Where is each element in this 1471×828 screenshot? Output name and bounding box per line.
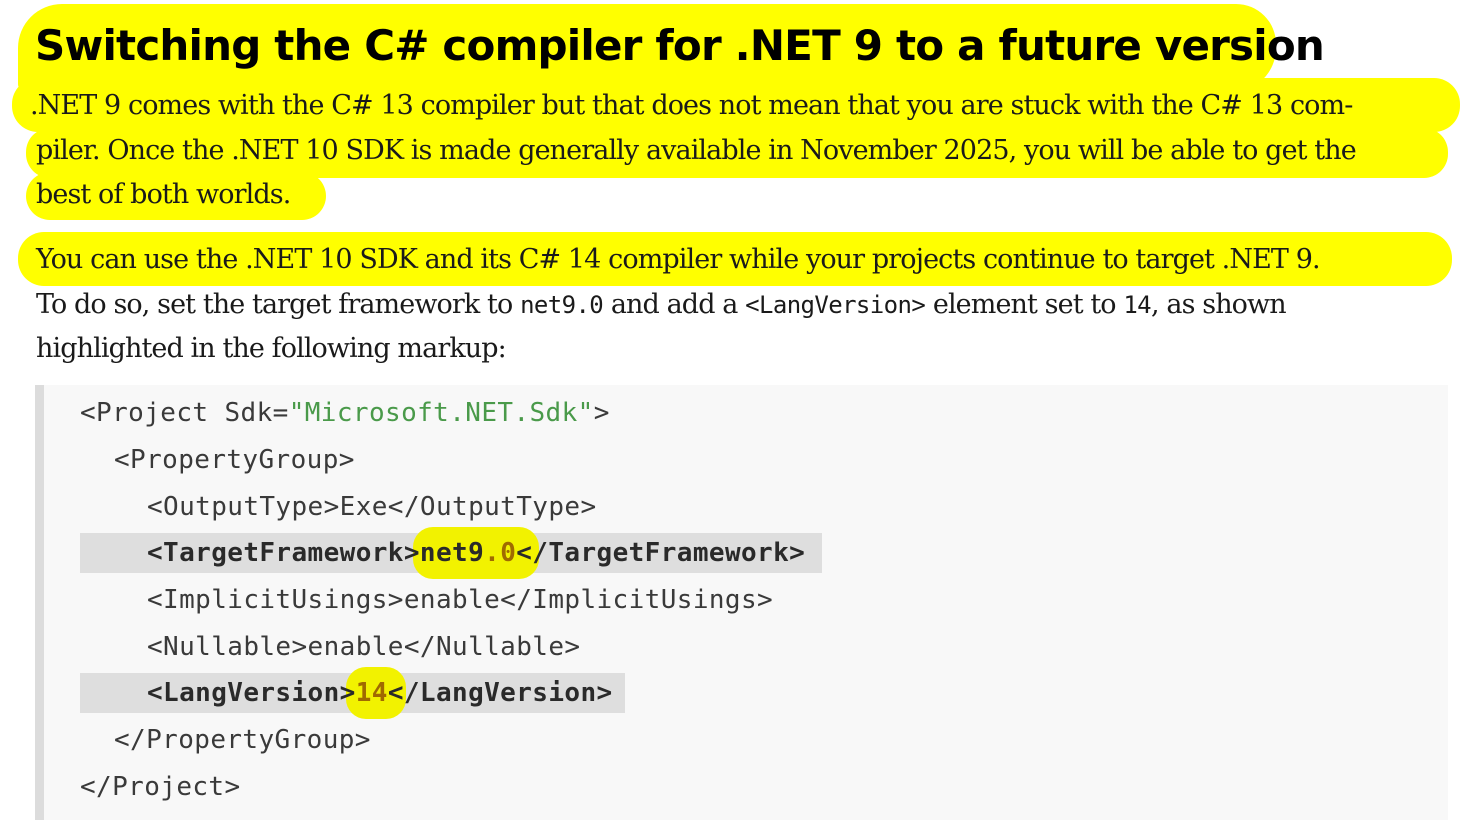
code-token: </TargetFramework> [516,538,806,568]
paragraph2-text: and add a [603,289,746,320]
paragraph2-line2: To do so, set the target framework to ne… [36,283,1287,327]
inline-code-net9: net9.0 [520,291,604,319]
inline-code-14: 14 [1123,291,1152,319]
code-line-nullable: <Nullable>enable</Nullable> [147,632,581,662]
code-line-outputtype: <OutputType>Exe</OutputType> [147,492,597,522]
code-line-targetframework: <TargetFramework>net9.0</TargetFramework… [147,533,805,573]
inline-code-langversion: <LangVersion> [745,291,926,319]
paragraph1-line2: piler. Once the .NET 10 SDK is made gene… [36,135,1357,166]
code-token: <TargetFramework> [147,538,420,568]
code-token: </LangVersion> [387,678,613,708]
paragraph1-line1: .NET 9 comes with the C# 13 compiler but… [30,90,1353,121]
paragraph1-line3: best of both worlds. [36,179,291,210]
code-line-propertygroup-open: <PropertyGroup> [114,445,355,475]
code-token: > [593,398,610,428]
code-line-propertygroup-close: </PropertyGroup> [114,725,371,755]
code-number-token: .0 [484,538,517,568]
paragraph2-line1: You can use the .NET 10 SDK and its C# 1… [36,244,1321,275]
code-line-implicitusings: <ImplicitUsings>enable</ImplicitUsings> [147,585,774,615]
code-line-project-open: <Project Sdk="Microsoft.NET.Sdk"> [80,393,610,433]
code-string-token: "Microsoft.NET.Sdk" [288,398,594,428]
paragraph2-text: To do so, set the target framework to [36,289,521,320]
code-token: net9 [419,538,485,568]
paragraph2-text: , as shown [1151,289,1287,320]
code-token: <Project Sdk= [80,398,289,428]
code-number-token: 14 [355,678,388,708]
paragraph2-text: element set to [925,289,1124,320]
section-heading: Switching the C# compiler for .NET 9 to … [35,21,1325,70]
code-token: <LangVersion> [147,678,356,708]
paragraph2-line3: highlighted in the following markup: [36,333,507,364]
code-line-project-close: </Project> [80,772,241,802]
code-line-langversion: <LangVersion>14</LangVersion> [147,673,613,713]
